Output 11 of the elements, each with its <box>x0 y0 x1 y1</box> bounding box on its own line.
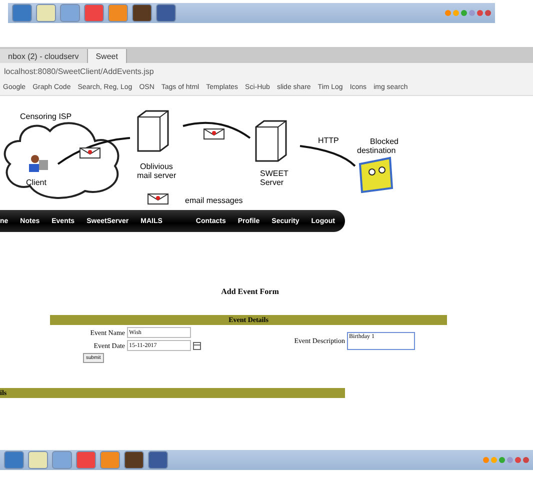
diagram-label: SWEET Server <box>260 169 288 187</box>
form-title: Add Event Form <box>220 287 280 296</box>
diagram-label: Censoring ISP <box>20 112 72 121</box>
diagram-label: Client <box>26 178 46 187</box>
browser-tab[interactable]: nbox (2) - cloudserv <box>0 49 88 63</box>
diagram-label: HTTP <box>318 136 339 145</box>
browser-tab[interactable]: Sweet <box>88 49 127 63</box>
address-bar[interactable]: localhost:8080/SweetClient/AddEvents.jsp <box>4 66 154 76</box>
diagram-label: email messages <box>185 196 243 205</box>
diagram-label: Blocked destination <box>357 137 398 155</box>
diagram-label: Oblivious mail server <box>137 162 176 180</box>
